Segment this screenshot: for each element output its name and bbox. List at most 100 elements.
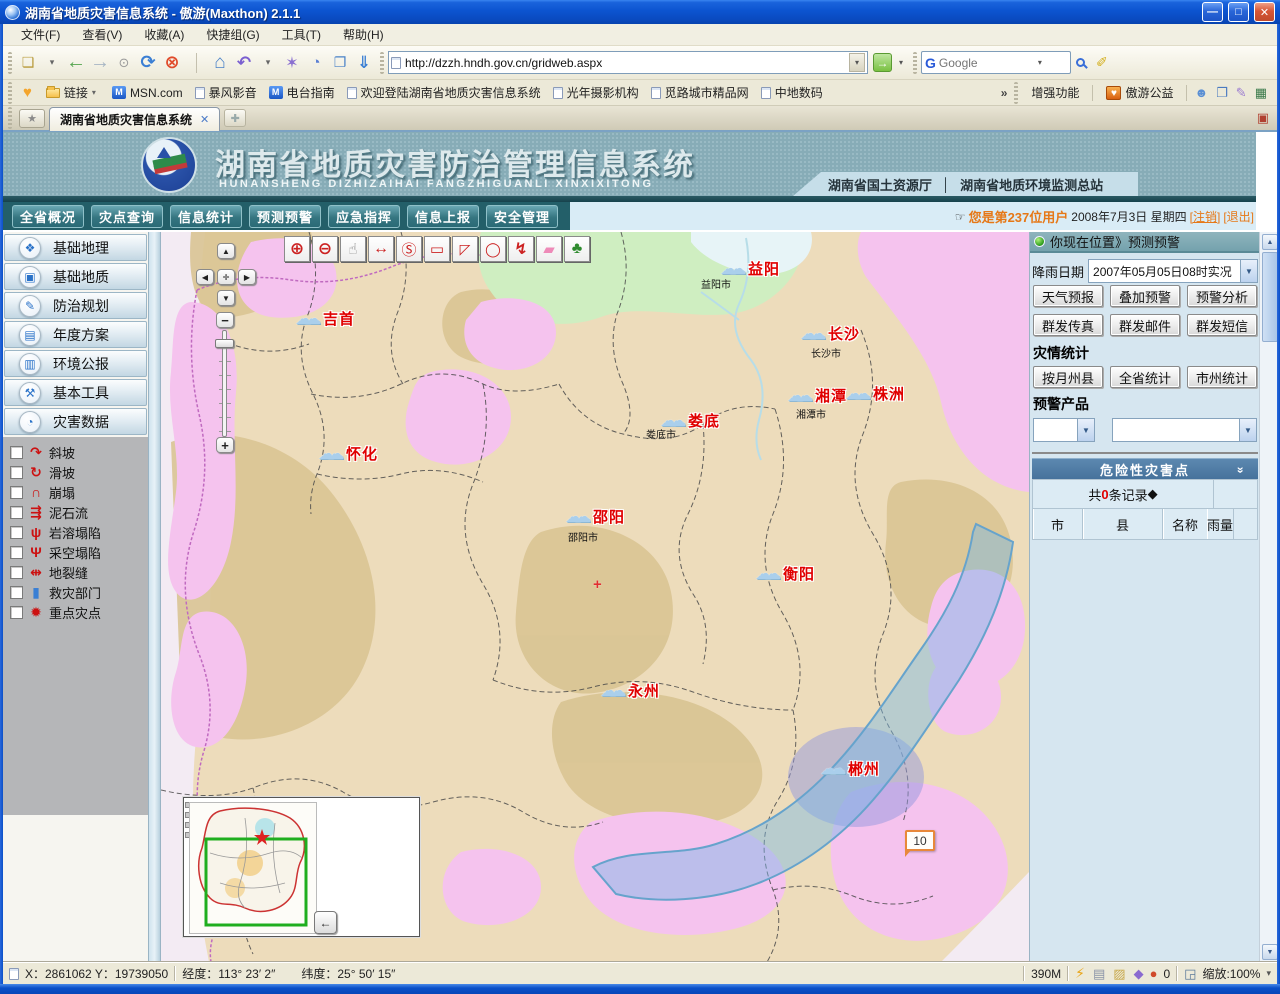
pan-down-button[interactable]: ▼ [217,290,235,306]
tabbar-grip[interactable] [8,107,12,129]
maxthon-charity-link[interactable]: ♥傲游公益 [1100,84,1179,101]
plugins-icon[interactable]: ▦ [1255,85,1267,101]
layer-checkbox[interactable] [10,526,23,539]
highlighter-icon[interactable]: ✐ [1096,54,1108,71]
back-button[interactable]: ← [64,50,88,76]
rain-date-select[interactable]: 2007年05月05日08时实况 ▼ [1088,259,1258,283]
city-marker[interactable]: ☁☁ 郴州 [820,758,880,779]
toolbar-grip[interactable] [380,52,384,74]
scrollbar-thumb[interactable] [1262,252,1277,342]
sidebar-section[interactable]: ❖ 基础地理 [4,234,147,261]
links-bar-item[interactable]: 中地数码 [755,84,829,101]
zoom-level[interactable]: 缩放:100% [1202,965,1260,982]
logout-link[interactable]: [注销] [1190,208,1221,225]
sniffer-icon[interactable]: ▨ [1113,966,1125,982]
pan-up-button[interactable]: ▲ [217,243,235,259]
scroll-down-icon[interactable]: ▼ [1262,944,1277,960]
zoom-caret-icon[interactable]: ▾ [1266,968,1271,979]
links-overflow-icon[interactable]: » [1001,86,1008,100]
city-marker[interactable]: ☁☁ 衡阳 [755,563,815,584]
filter-pack-icon[interactable]: ◆ [1134,966,1144,982]
sidebar-section[interactable]: ✎ 防治规划 [4,292,147,319]
toolbar-separator[interactable] [184,50,208,76]
layer-checkbox[interactable] [10,546,23,559]
linksbar-grip[interactable] [8,82,12,104]
nav-tab[interactable]: 信息统计 [170,205,242,228]
pan-right-button[interactable]: ▶ [238,269,256,285]
overview-map[interactable] [189,802,317,934]
panel-button[interactable]: 天气预报 [1033,285,1103,307]
links-folder[interactable]: 链接▾ [40,84,102,101]
history-dropdown-button[interactable]: ⊙ [112,50,136,76]
panel-button[interactable]: 市州统计 [1187,366,1257,388]
panel-button[interactable]: 群发邮件 [1110,314,1180,336]
link-land-resources[interactable]: 湖南省国土资源厅 [828,175,932,194]
layer-checkbox[interactable] [10,586,23,599]
zoom-slider-handle[interactable] [215,339,234,348]
ad-filter-button[interactable]: ✶ [280,50,304,76]
exit-link[interactable]: [退出] [1223,208,1254,225]
chevron-down-icon[interactable]: ▼ [1240,260,1257,282]
screen-capture-button[interactable]: ❐ [328,50,352,76]
links-bar-item[interactable]: M电台指南 [263,84,341,101]
overview-collapse-button[interactable]: ← [314,911,337,934]
layer-checkbox[interactable] [10,566,23,579]
search-input[interactable] [939,56,1029,70]
refresh-button[interactable]: ⟳ [136,50,160,76]
product-select-small[interactable]: ▼ [1033,418,1095,442]
sidebar-section[interactable]: ⚒ 基本工具 [4,379,147,406]
sidebar-splitter[interactable] [148,232,161,962]
toolbar-grip[interactable] [8,52,12,74]
links-bar-item[interactable]: 欢迎登陆湖南省地质灾害信息系统 [341,84,547,101]
new-tab-button[interactable]: ✚ [224,109,246,127]
city-marker[interactable]: ☁☁ 怀化 [318,443,378,464]
city-marker[interactable]: ☁☁ 吉首 [295,308,355,329]
zoom-in-button[interactable]: ⊕ [284,236,310,262]
links-bar-item[interactable]: 觅路城市精品网 [645,84,755,101]
eraser-button[interactable]: ▰ [536,236,562,262]
layer-checkbox[interactable] [10,446,23,459]
favorites-heart-icon[interactable]: ♥ [23,84,32,101]
stop-button[interactable]: ⊗ [160,50,184,76]
sidebar-section[interactable]: ▥ 环境公报 [4,350,147,377]
layer-checkbox[interactable] [10,486,23,499]
city-marker[interactable]: ☁☁ 湘潭 [787,385,847,406]
enhance-features-link[interactable]: 增强功能 [1025,84,1085,101]
search-magnifier-icon[interactable] [1076,58,1085,67]
minimize-button[interactable]: — [1202,2,1223,22]
nav-tab[interactable]: 预测预警 [249,205,321,228]
zoom-resize-icon[interactable]: ◲ [1184,966,1196,982]
window-icon[interactable]: ❐ [1216,85,1228,101]
menu-item[interactable]: 收藏(A) [134,24,194,45]
nav-tab[interactable]: 应急指挥 [328,205,400,228]
menu-item[interactable]: 查看(V) [72,24,132,45]
undo-caret[interactable]: ▾ [256,50,280,76]
city-marker[interactable]: ☁☁ 株洲 [845,383,905,404]
city-marker[interactable]: ☁☁ 长沙 [800,323,860,344]
layer-checkbox[interactable] [10,506,23,519]
notes-icon[interactable]: ✎ [1236,85,1247,101]
city-marker[interactable]: ☁☁ 邵阳 [565,506,625,527]
nav-tab[interactable]: 信息上报 [407,205,479,228]
boost-icon[interactable]: ⚡ [1075,965,1085,982]
zoom-out-button[interactable]: ⊖ [312,236,338,262]
scale-button[interactable]: Ⓢ [396,236,422,262]
nav-tab[interactable]: 全省概况 [12,205,84,228]
proxy-icon[interactable]: ▤ [1093,966,1105,982]
layer-checkbox[interactable] [10,466,23,479]
ad-blocked-icon[interactable]: ● [1150,966,1158,981]
panel-button[interactable]: 叠加预警 [1110,285,1180,307]
new-page-caret[interactable]: ▾ [40,50,64,76]
messenger-icon[interactable]: ☻ [1194,85,1208,100]
link-geo-monitor[interactable]: 湖南省地质环境监测总站 [960,175,1103,194]
rect-select-button[interactable]: ▭ [424,236,450,262]
page-scrollbar[interactable]: ▲ ▼ [1259,232,1277,962]
product-select-large[interactable]: ▼ [1112,418,1257,442]
links-bar-item[interactable]: 暴风影音 [189,84,263,101]
zoom-out-slider-button[interactable]: − [216,312,234,328]
go-button[interactable]: → [873,53,892,72]
chevron-down-icon[interactable]: ▼ [1077,419,1094,441]
address-input[interactable] [405,56,845,70]
maximize-button[interactable]: □ [1228,2,1249,22]
chevron-down-icon[interactable]: ▼ [1239,419,1256,441]
